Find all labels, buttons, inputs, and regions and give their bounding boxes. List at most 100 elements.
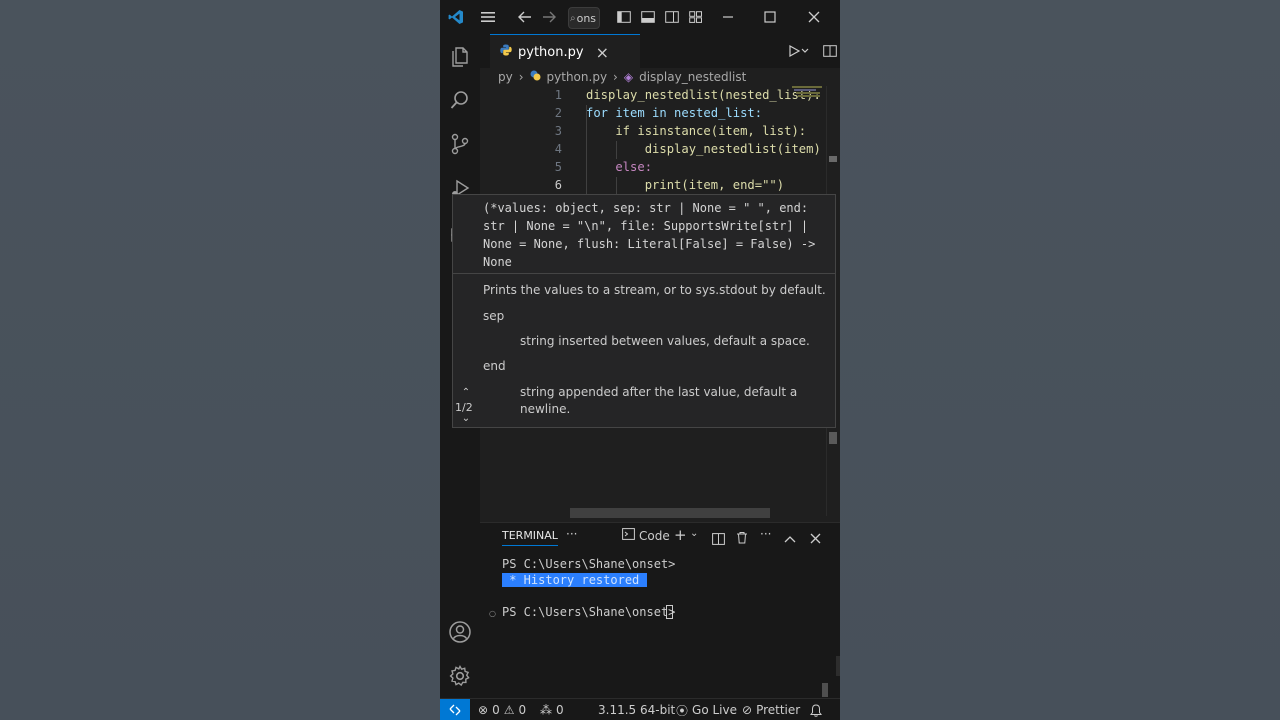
indent-guide: [616, 177, 617, 195]
code-line: else:: [586, 160, 652, 174]
status-bar: ⊗ 0 ⚠ 0 ⁂ 0 3.11.5 64-bit ⦿ Go Live ⊘ Pr…: [440, 698, 840, 720]
signature-hover-widget: (*values: object, sep: str | None = " ",…: [452, 194, 836, 428]
python-file-icon: [530, 70, 541, 84]
menu-icon[interactable]: [476, 0, 500, 34]
code-line: display_nestedlist(nested_list):: [586, 88, 821, 102]
minimize-icon[interactable]: [718, 0, 738, 34]
panel-more-icon[interactable]: ···: [566, 527, 577, 541]
prettier-status[interactable]: ⊘ Prettier: [742, 699, 800, 720]
source-control-icon[interactable]: [440, 124, 480, 164]
backdrop-left: [0, 0, 440, 720]
breadcrumb-symbol[interactable]: display_nestedlist: [639, 70, 746, 84]
explorer-icon[interactable]: [440, 36, 480, 76]
problems-indicator[interactable]: ⊗ 0 ⚠ 0: [478, 699, 526, 720]
error-count: 0: [492, 703, 500, 717]
function-signature: (*values: object, sep: str | None = " ",…: [483, 201, 816, 269]
new-terminal-plus-icon[interactable]: +: [674, 526, 687, 544]
code-text: if isinstance(item, list):: [586, 124, 807, 138]
code-text: else:: [586, 160, 653, 174]
minimap[interactable]: [792, 86, 826, 100]
broadcast-icon: ⦿: [676, 703, 689, 718]
code-line: if isinstance(item, list):: [586, 124, 806, 138]
split-terminal-icon[interactable]: [712, 530, 725, 549]
search-icon[interactable]: [440, 80, 480, 120]
maximize-icon[interactable]: [760, 0, 780, 34]
go-live-button[interactable]: ⦿ Go Live: [676, 699, 737, 720]
toggle-secondary-sidebar-icon[interactable]: [662, 0, 682, 34]
terminal-cursor: [666, 605, 673, 619]
settings-gear-icon[interactable]: [440, 656, 480, 696]
line-number: 5: [554, 160, 562, 174]
editor-tab-bar: python.py ×: [480, 34, 840, 69]
toggle-primary-sidebar-icon[interactable]: [614, 0, 634, 34]
chevron-down-icon[interactable]: ⌄: [459, 413, 473, 424]
chevron-right-icon: ›: [613, 70, 618, 84]
symbol-method-icon: ◈: [623, 70, 634, 84]
breadcrumb-folder[interactable]: py: [498, 70, 513, 84]
run-python-file-icon[interactable]: [786, 34, 812, 68]
backdrop-right: [840, 0, 1280, 720]
maximize-panel-chevron-up-icon[interactable]: [784, 529, 796, 548]
line-number: 4: [554, 142, 562, 156]
terminal-profile[interactable]: Code: [622, 528, 670, 543]
param-name-end: end: [483, 359, 506, 373]
param-desc-end: string appended after the last value, de…: [520, 385, 798, 399]
terminal-icon: [622, 528, 635, 543]
indent-guide: [616, 141, 617, 159]
notifications-bell-icon[interactable]: [810, 699, 822, 720]
search-icon: ⌕: [570, 12, 576, 24]
error-icon: ⊗: [478, 703, 489, 717]
line-number-active: 6: [554, 178, 562, 192]
tab-close-icon[interactable]: ×: [596, 43, 609, 62]
terminal-prompt-2[interactable]: PS C:\Users\Shane\onset>: [502, 605, 675, 619]
back-arrow-icon[interactable]: [514, 0, 536, 34]
tab-terminal[interactable]: TERMINAL: [502, 529, 558, 546]
param-desc-end-cont: newline.: [520, 402, 571, 416]
panel-more-actions-icon[interactable]: ···: [760, 527, 771, 541]
editor-horizontal-scrollbar[interactable]: [570, 508, 770, 518]
indent-guide: [586, 105, 587, 195]
chevron-up-icon[interactable]: ⌃: [459, 387, 473, 398]
python-interpreter[interactable]: 3.11.5 64-bit: [598, 699, 675, 720]
customize-layout-icon[interactable]: [686, 0, 706, 34]
code-text: for item in nested_list:: [586, 106, 763, 120]
code-line: display_nestedlist(item): [586, 142, 821, 156]
chevron-right-icon: ›: [518, 70, 524, 84]
warning-count: 0: [518, 703, 527, 717]
param-name-sep: sep: [483, 309, 505, 323]
remote-indicator-icon[interactable]: [440, 699, 470, 720]
chevron-down-icon[interactable]: ⌄: [690, 528, 698, 539]
hover-description: Prints the values to a stream, or to sys…: [483, 283, 826, 297]
prettier-label: Prettier: [756, 703, 801, 717]
terminal-profile-label: Code: [639, 528, 670, 543]
warning-icon: ⚠: [503, 703, 515, 717]
terminal-scrollbar[interactable]: [822, 683, 828, 697]
tab-label: python.py: [518, 44, 584, 60]
split-editor-icon[interactable]: [820, 34, 840, 68]
breadcrumb: py › python.py › ◈ display_nestedlist: [498, 68, 746, 86]
title-bar: ⌕ ons: [440, 0, 840, 34]
accounts-icon[interactable]: [440, 612, 480, 652]
active-terminal-highlight: [836, 656, 840, 676]
hover-divider: [453, 273, 835, 274]
breadcrumb-file[interactable]: python.py: [547, 70, 608, 84]
ports-indicator[interactable]: ⁂ 0: [540, 699, 564, 720]
close-window-icon[interactable]: [804, 0, 824, 34]
forward-arrow-icon[interactable]: [538, 0, 560, 34]
double-check-icon: ⊘: [742, 703, 753, 717]
tab-python-py[interactable]: python.py ×: [490, 34, 640, 69]
line-number: 1: [554, 88, 562, 102]
terminal-panel: TERMINAL ··· Code + ⌄ ··· PS C:\Users\Sh…: [480, 522, 840, 699]
trash-icon[interactable]: [736, 529, 748, 548]
command-decoration-icon: ○: [489, 609, 496, 618]
code-text: display_nestedlist(item): [586, 142, 821, 156]
close-panel-icon[interactable]: [810, 529, 821, 548]
ports-count: 0: [556, 703, 564, 717]
toggle-panel-icon[interactable]: [638, 0, 658, 34]
terminal-prompt-1: PS C:\Users\Shane\onset>: [502, 557, 676, 571]
code-line: for item in nested_list:: [586, 106, 762, 120]
python-file-icon: [500, 44, 512, 60]
vscode-logo-icon: [444, 0, 468, 34]
command-center-search[interactable]: ⌕ ons: [568, 7, 600, 29]
go-live-label: Go Live: [692, 703, 737, 717]
